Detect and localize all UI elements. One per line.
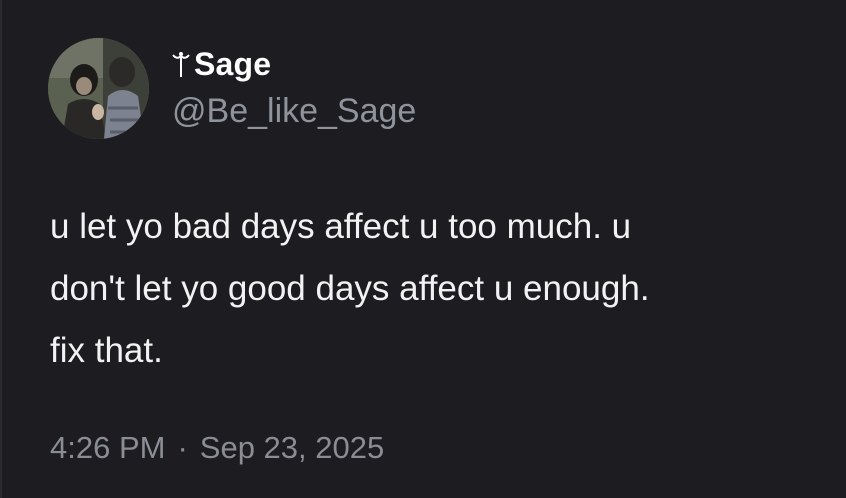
tweet-timestamp[interactable]: 4:26 PM · Sep 23, 2025	[50, 430, 384, 466]
tweet-card: Sage @Be_like_Sage u let yo bad days aff…	[0, 0, 846, 498]
avatar[interactable]	[48, 38, 149, 139]
separator-dot: ·	[177, 430, 188, 465]
tweet-date: Sep 23, 2025	[199, 430, 385, 465]
caduceus-symbol-icon	[172, 52, 190, 77]
tweet-text: u let yo bad days affect u too much. u d…	[50, 196, 840, 382]
tweet-text-line: don't let yo good days affect u enough.	[50, 269, 650, 308]
tweet-text-line: u let yo bad days affect u too much. u	[50, 207, 632, 246]
display-name[interactable]: Sage	[194, 46, 271, 83]
tweet-text-line: fix that.	[50, 331, 163, 370]
avatar-photo	[48, 38, 149, 139]
name-row: Sage	[170, 44, 271, 84]
tweet-time: 4:26 PM	[50, 430, 166, 465]
user-handle[interactable]: @Be_like_Sage	[172, 92, 416, 131]
